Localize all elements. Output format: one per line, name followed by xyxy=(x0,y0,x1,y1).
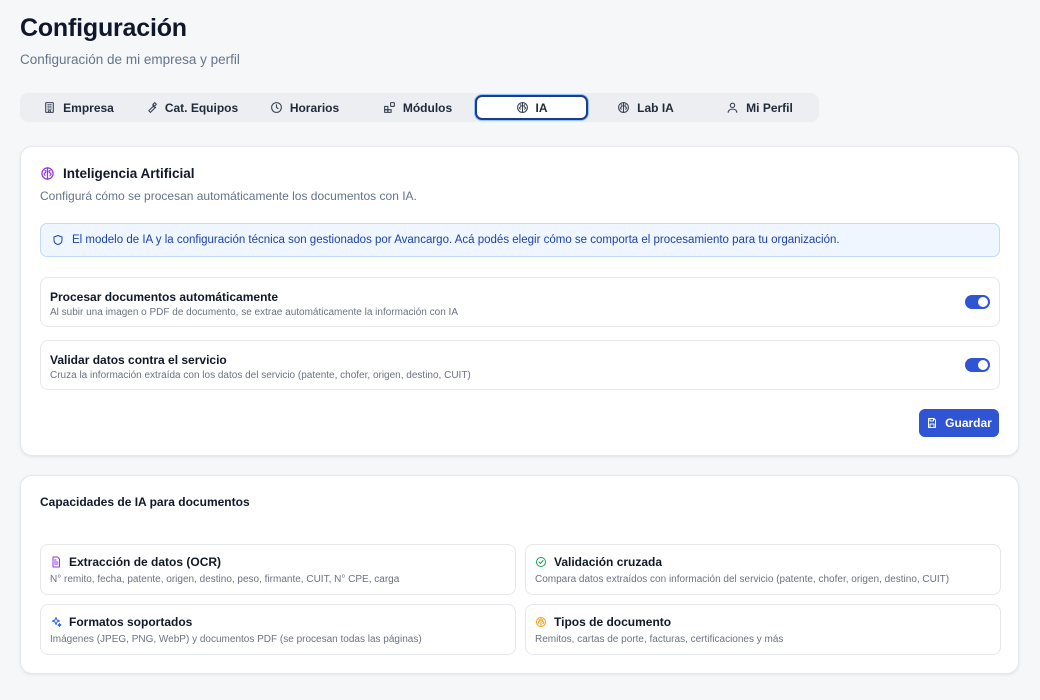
tab-label: Cat. Equipos xyxy=(164,100,239,115)
setting-validate-data: Validar datos contra el servicio Cruza l… xyxy=(40,340,1000,390)
capability-description: N° remito, fecha, patente, origen, desti… xyxy=(50,574,400,585)
brain-icon xyxy=(618,102,630,113)
setting-description: Cruza la información extraída con los da… xyxy=(50,370,471,381)
brain-icon xyxy=(41,167,54,180)
save-icon xyxy=(928,418,937,428)
toggle-knob xyxy=(978,297,988,307)
setting-description: Al subir una imagen o PDF de documento, … xyxy=(50,307,458,318)
capability-title: Tipos de documento xyxy=(554,615,672,629)
capability-description: Imágenes (JPEG, PNG, WebP) y documentos … xyxy=(50,634,422,645)
shield-icon xyxy=(53,235,63,245)
section-description: Configurá cómo se procesan automáticamen… xyxy=(40,189,417,203)
brain-icon xyxy=(516,102,528,113)
file-text-icon xyxy=(52,556,60,568)
tab-label: Empresa xyxy=(63,100,114,115)
section-title: Inteligencia Artificial xyxy=(63,166,195,181)
capability-formats: Formatos soportados Imágenes (JPEG, PNG,… xyxy=(40,604,516,655)
tab-label: Mi Perfil xyxy=(746,100,793,115)
auto-process-toggle[interactable] xyxy=(965,295,990,309)
capability-doc-types: Tipos de documento Remitos, cartas de po… xyxy=(525,604,1001,655)
user-icon xyxy=(727,102,738,113)
capability-ocr: Extracción de datos (OCR) N° remito, fec… xyxy=(40,544,516,595)
check-circle-icon xyxy=(536,557,546,567)
clock-icon xyxy=(270,102,282,113)
ai-settings-card: Inteligencia Artificial Configurá cómo s… xyxy=(20,146,1019,456)
info-banner: El modelo de IA y la configuración técni… xyxy=(40,223,1000,257)
capability-title: Validación cruzada xyxy=(554,555,663,569)
capability-title: Formatos soportados xyxy=(69,615,193,629)
capabilities-title: Capacidades de IA para documentos xyxy=(40,495,250,509)
save-label: Guardar xyxy=(945,416,992,430)
toggle-knob xyxy=(978,360,988,370)
capability-title: Extracción de datos (OCR) xyxy=(69,555,222,569)
tab-modulos[interactable]: Módulos xyxy=(361,95,474,120)
tab-empresa[interactable]: Empresa xyxy=(22,95,135,120)
tab-ia[interactable]: IA xyxy=(475,95,588,120)
blocks-icon xyxy=(383,102,395,113)
save-button[interactable]: Guardar xyxy=(919,409,999,437)
ai-settings-header: Inteligencia Artificial xyxy=(40,166,195,181)
sparkles-icon xyxy=(52,617,62,627)
capabilities-card: Capacidades de IA para documentos Extrac… xyxy=(20,475,1019,674)
settings-tabs: Empresa Cat. Equipos Horarios Módulos IA… xyxy=(20,93,819,122)
tab-label: Horarios xyxy=(289,100,340,115)
capability-description: Compara datos extraídos con información … xyxy=(535,574,950,585)
info-text: El modelo de IA y la configuración técni… xyxy=(72,234,840,246)
tab-label: Lab IA xyxy=(637,100,674,115)
tab-cat-equipos[interactable]: Cat. Equipos xyxy=(135,95,248,120)
setting-title: Validar datos contra el servicio xyxy=(50,353,227,367)
brain-icon xyxy=(536,617,546,627)
wrench-icon xyxy=(148,102,157,113)
tab-label: Módulos xyxy=(402,100,453,115)
setting-title: Procesar documentos automáticamente xyxy=(50,290,279,304)
building-icon xyxy=(45,102,54,113)
setting-auto-process: Procesar documentos automáticamente Al s… xyxy=(40,277,1000,327)
page-title: Configuración xyxy=(20,14,187,42)
capability-cross-validation: Validación cruzada Compara datos extraíd… xyxy=(525,544,1001,595)
validate-data-toggle[interactable] xyxy=(965,358,990,372)
tab-mi-perfil[interactable]: Mi Perfil xyxy=(703,95,816,120)
tab-label: IA xyxy=(535,100,548,115)
capability-description: Remitos, cartas de porte, facturas, cert… xyxy=(535,634,784,645)
tab-horarios[interactable]: Horarios xyxy=(248,95,361,120)
tab-lab-ia[interactable]: Lab IA xyxy=(589,95,702,120)
page-subtitle: Configuración de mi empresa y perfil xyxy=(20,52,240,67)
